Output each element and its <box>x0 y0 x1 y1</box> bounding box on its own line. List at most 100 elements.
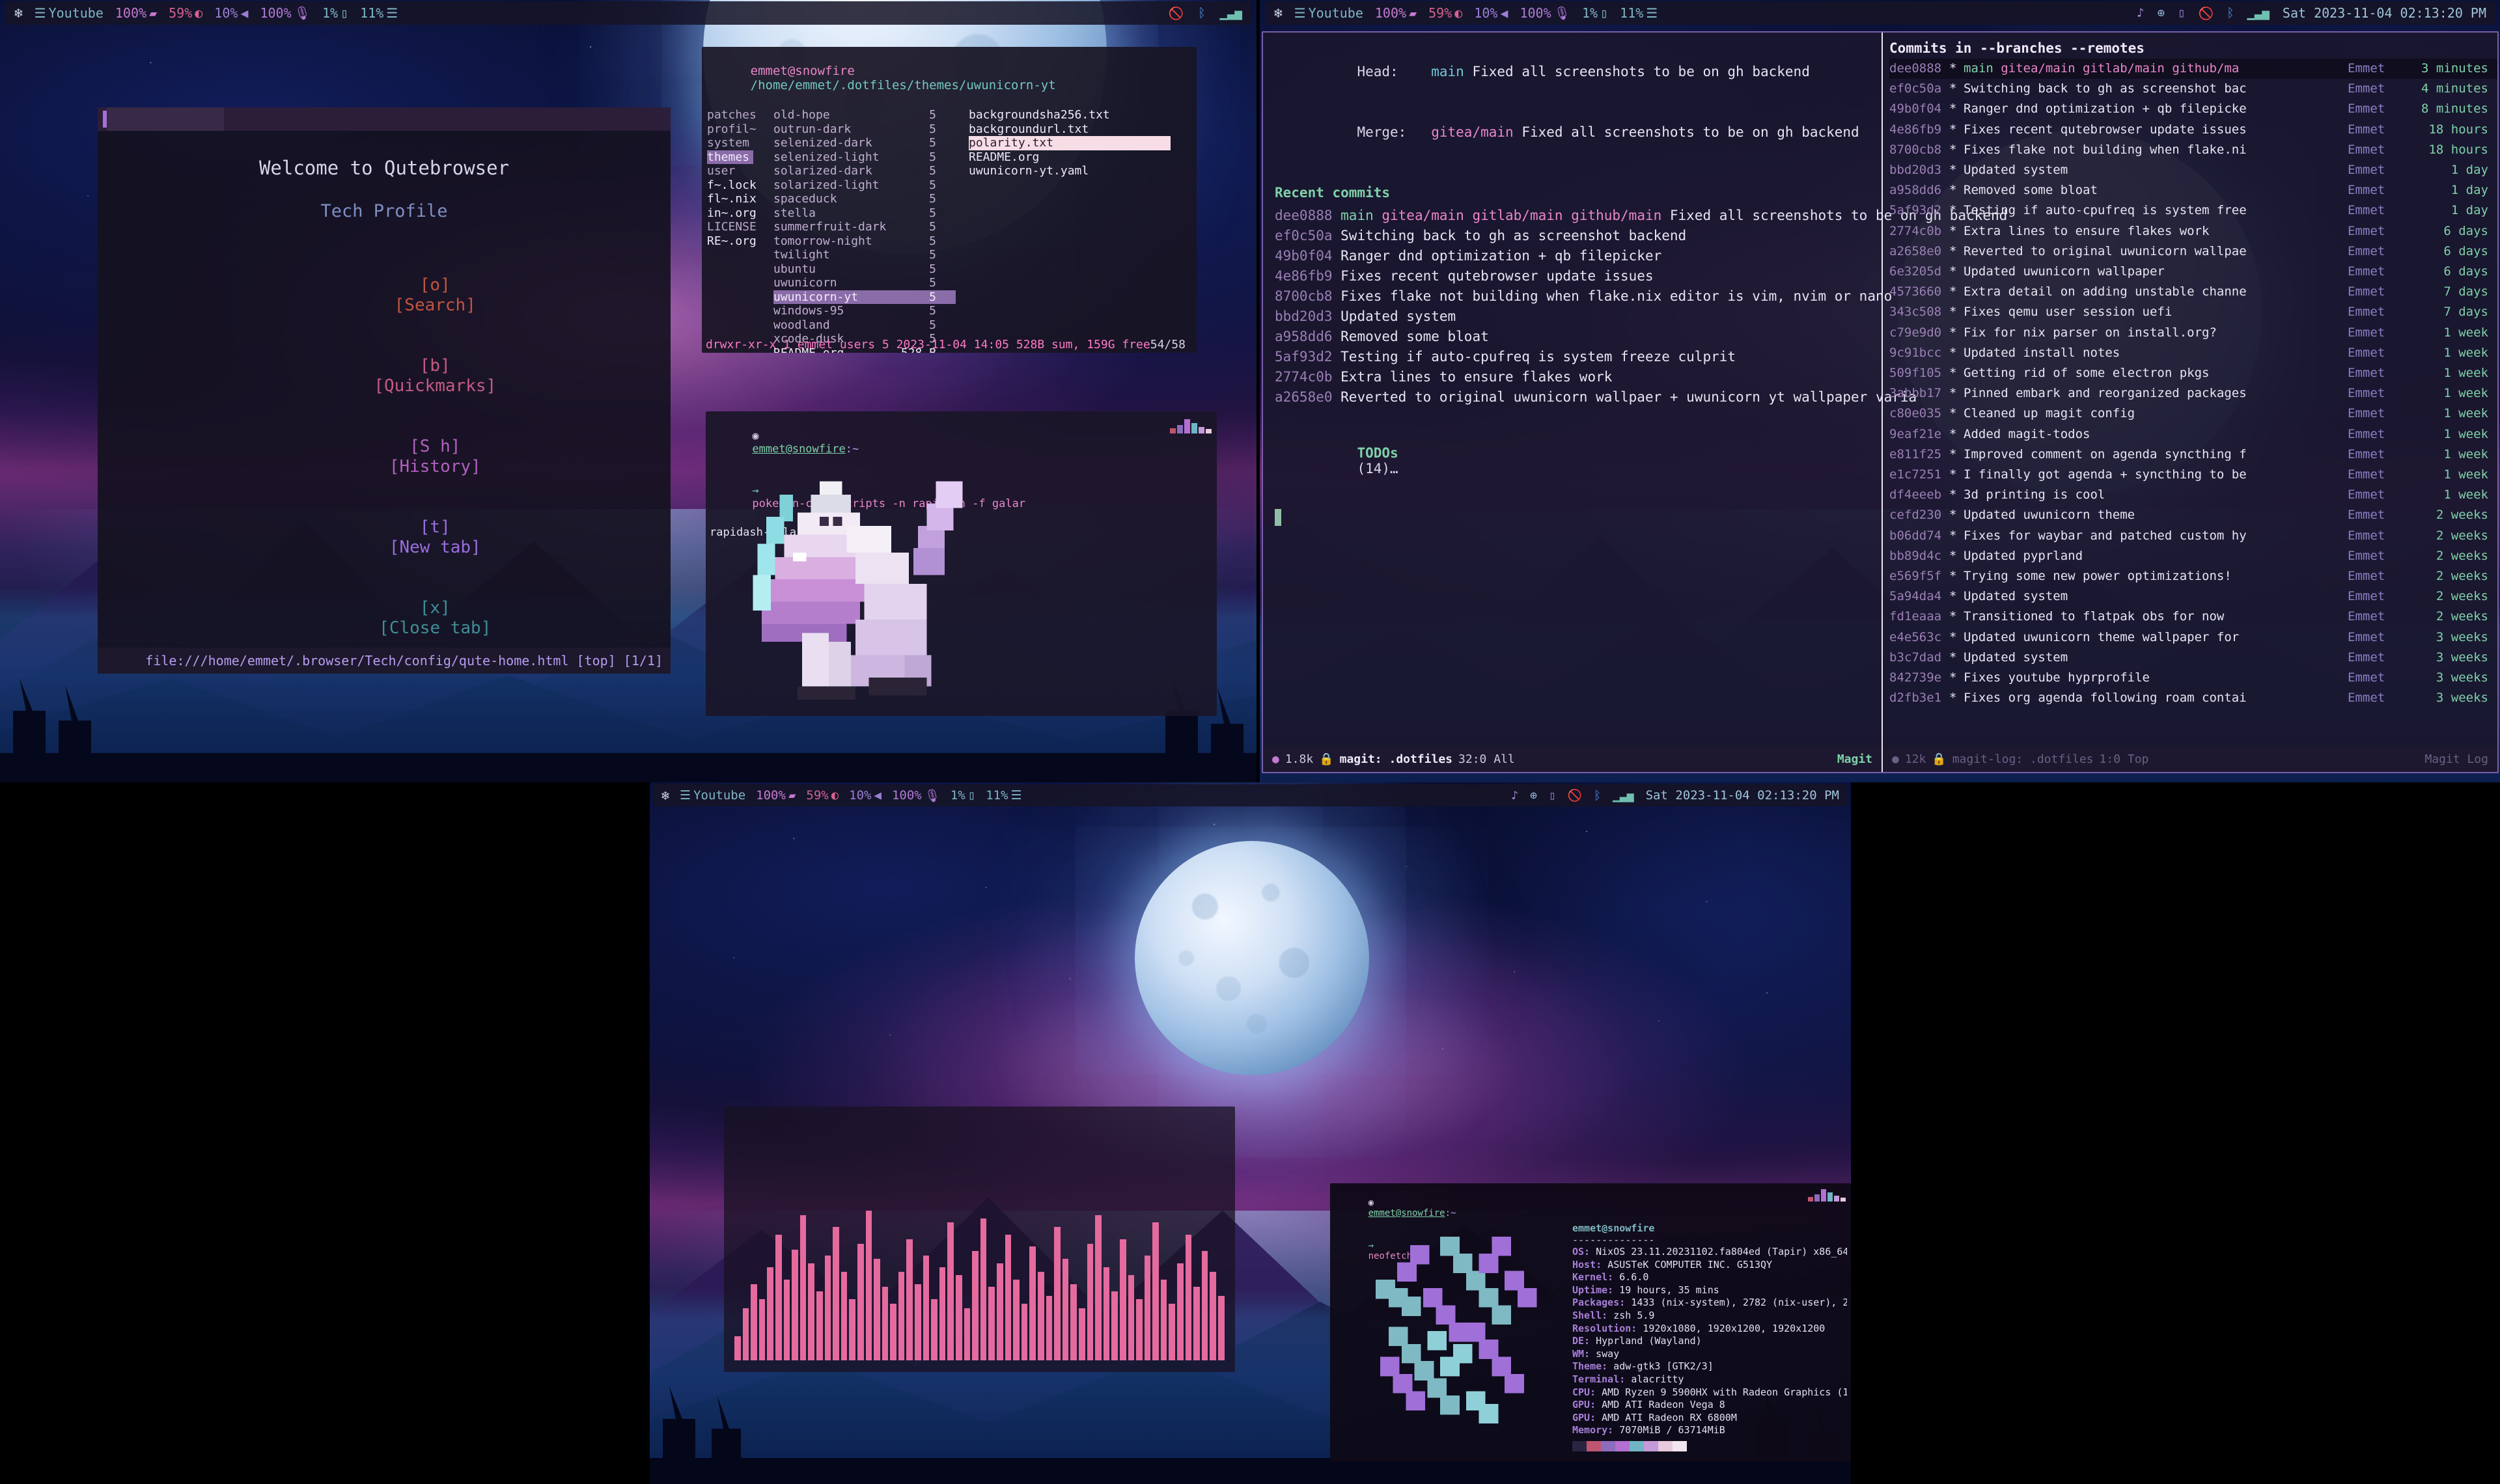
magit-log-row[interactable]: 3abbb17 * Pinned embark and reorganized pa… <box>1889 383 2497 404</box>
magit-log-row[interactable]: 8700cb8 * Fixes flake not building when fl… <box>1889 140 2497 160</box>
magit-log-row[interactable]: fd1eaaa * Transitioned to flatpak obs for … <box>1889 607 2497 627</box>
ranger-current-item[interactable]: summerfruit-dark 5 <box>773 220 956 234</box>
brightness-module[interactable]: 59% ◐ <box>169 5 202 21</box>
ranger-parent-item[interactable]: RE~.org <box>707 234 773 249</box>
magit-commit-row[interactable]: ef0c50a Switching back to gh as screensh… <box>1275 226 1875 246</box>
ranger-preview-item[interactable]: backgroundurl.txt <box>969 122 1171 137</box>
ranger-current-item[interactable]: selenized-light 5 <box>773 150 956 165</box>
magit-log-row[interactable]: 4e86fb9 * Fixes recent qutebrowser update … <box>1889 120 2497 140</box>
mobile-icon[interactable]: ▯ <box>2178 6 2185 20</box>
qutebrowser-tabbar[interactable] <box>98 107 671 131</box>
magit-head-branch[interactable]: main <box>1431 64 1464 79</box>
ranger-current-item[interactable]: spaceduck 5 <box>773 192 956 206</box>
ranger-parent-item[interactable]: f~.lock <box>707 178 773 193</box>
workspace-module-bottom[interactable]: ☰ Youtube <box>680 788 745 803</box>
signal-bars-icon[interactable]: ▁▃▅ <box>1220 6 1242 20</box>
ranger-parent-item[interactable]: patches <box>707 108 773 122</box>
magit-log-row[interactable]: 2774c0b * Extra lines to ensure flakes wor… <box>1889 221 2497 241</box>
snowflake-icon-bottom[interactable]: ❄ <box>661 788 669 803</box>
magit-status-window[interactable]: Head: main Fixed all screenshots to be o… <box>1263 33 2007 772</box>
ranger-current-item[interactable]: ubuntu 5 <box>773 262 956 277</box>
status-bar-left-monitor[interactable]: ❄ ☰ Youtube 100% ▰ 59% ◐ 10% ◀ 100% 🎙 1%… <box>5 1 1251 25</box>
mic-module[interactable]: 100% 🎙 <box>260 5 311 21</box>
ranger-parent-item[interactable]: LICENSE <box>707 220 773 234</box>
magit-commit-list[interactable]: dee0888 main gitea/main gitlab/main gith… <box>1275 206 2007 407</box>
magit-commit-row[interactable]: 49b0f04 Ranger dnd optimization + qb fil… <box>1275 246 1875 266</box>
magit-commit-row[interactable]: a2658e0 Reverted to original uwunicorn w… <box>1275 387 1917 407</box>
globe-icon-bottom[interactable]: ⊕ <box>1530 789 1537 803</box>
magit-log-row[interactable]: 4573660 * Extra detail on adding unstable … <box>1889 282 2497 302</box>
emacs-frame[interactable]: Head: main Fixed all screenshots to be o… <box>1262 31 2499 773</box>
cpu-module-bottom[interactable]: 1% ▯ <box>951 788 975 803</box>
magit-log-branch-ref[interactable]: github/ma <box>2172 61 2239 76</box>
magit-log-branch-ref[interactable]: gitlab/main <box>2083 61 2172 76</box>
clock-right[interactable]: Sat 2023-11-04 02:13:20 PM <box>2283 5 2486 21</box>
ranger-current-item[interactable]: tomorrow-night 5 <box>773 234 956 249</box>
ranger-preview-item[interactable]: README.org <box>969 150 1171 165</box>
qute-link-history[interactable]: [S h] [History] <box>272 417 496 497</box>
magit-log-row[interactable]: 842739e * Fixes youtube hyprprofile Emmet 3 … <box>1889 668 2497 688</box>
ranger-current-item[interactable]: stella 5 <box>773 206 956 221</box>
clock-bottom[interactable]: Sat 2023-11-04 02:13:20 PM <box>1646 788 1839 803</box>
magit-log-row[interactable]: b3c7dad * Updated system Emmet 3 weeks <box>1889 648 2497 668</box>
ranger-current-item[interactable]: uwunicorn-yt 5 <box>773 290 956 304</box>
magit-log-row[interactable]: df4eeeb * 3d printing is cool Emmet 1 week <box>1889 485 2497 505</box>
signal-bars-icon-right[interactable]: ▁▃▅ <box>2247 6 2270 20</box>
magit-log-row[interactable]: e569f5f * Trying some new power optimizati… <box>1889 566 2497 586</box>
magit-log-row[interactable]: a2658e0 * Reverted to original uwunicorn w… <box>1889 241 2497 262</box>
cpu-module[interactable]: 1% ▯ <box>322 5 348 21</box>
ranger-current-item[interactable]: solarized-light 5 <box>773 178 956 193</box>
magit-branch-ref[interactable]: main <box>1340 208 1382 223</box>
magit-log-row[interactable]: 5af93d2 * Testing if auto-cpufreq is syste… <box>1889 200 2497 221</box>
ram-module-bottom[interactable]: 11% ☰ <box>986 788 1021 803</box>
magit-commit-row[interactable]: 8700cb8 Fixes flake not building when fl… <box>1275 286 1892 307</box>
magit-log-row[interactable]: d2fb3e1 * Fixes org agenda following roam … <box>1889 688 2497 708</box>
workspace-module-right[interactable]: ☰ Youtube <box>1294 5 1363 21</box>
volume-module-right[interactable]: 10% ◀ <box>1474 5 1508 21</box>
ranger-current-item[interactable]: solarized-dark 5 <box>773 164 956 178</box>
cpu-module-right[interactable]: 1% ▯ <box>1582 5 1608 21</box>
no-network-icon[interactable]: 🚫 <box>1169 6 1184 21</box>
snowflake-icon[interactable]: ❄ <box>14 5 23 21</box>
magit-log-window[interactable]: Commits in --branches --remotes dee0888 *… <box>1883 33 2497 772</box>
magit-section-todos[interactable]: TODOs (14)… <box>1275 430 1875 492</box>
magit-branch-ref[interactable]: github/main <box>1571 208 1670 223</box>
magit-log-row[interactable]: c80e035 * Cleaned up magit config Emmet 1 we… <box>1889 404 2497 424</box>
magit-log-row[interactable]: 49b0f04 * Ranger dnd optimization + qb fil… <box>1889 99 2497 119</box>
magit-log-row[interactable]: 9eaf21e * Added magit-todos Emmet 1 week <box>1889 424 2497 445</box>
ranger-col-preview[interactable]: backgroundsha256.txt backgroundurl.txt pol… <box>956 108 1171 353</box>
magit-commit-row[interactable]: a958dd6 Removed some bloat <box>1275 327 1875 347</box>
cava-window[interactable] <box>724 1106 1235 1372</box>
magit-commit-row[interactable]: bbd20d3 Updated system <box>1275 307 1875 327</box>
magit-log-rows[interactable]: dee0888 * main gitea/main gitlab/main gith… <box>1883 59 2497 709</box>
ranger-col-parent[interactable]: patches profil~ system themes user f~.lock fl~… <box>702 108 773 353</box>
magit-log-branch-ref[interactable]: main <box>1964 61 2001 76</box>
ranger-parent-item[interactable]: fl~.nix <box>707 192 773 206</box>
ranger-parent-item[interactable]: profil~ <box>707 122 773 137</box>
magit-log-row[interactable]: e4e563c * Updated uwunicorn theme wallpape… <box>1889 627 2497 648</box>
ranger-current-item[interactable]: twilight 5 <box>773 248 956 262</box>
magit-log-row[interactable]: cefd230 * Updated uwunicorn theme Emmet 2 we… <box>1889 505 2497 525</box>
ranger-parent-item[interactable]: in~.org <box>707 206 773 221</box>
bluetooth-icon-bottom[interactable]: ᛒ <box>1594 789 1601 803</box>
magit-log-row[interactable]: 6e3205d * Updated uwunicorn wallpaper Emmet… <box>1889 262 2497 282</box>
magit-log-row[interactable]: a958dd6 * Removed some bloat Emmet 1 day <box>1889 180 2497 200</box>
magit-branch-ref[interactable]: gitea/main <box>1382 208 1472 223</box>
magit-log-row[interactable]: c79e9d0 * Fix for nix parser on install.or… <box>1889 323 2497 343</box>
globe-icon[interactable]: ⊕ <box>2158 6 2165 20</box>
pokemon-terminal-window[interactable]: ◉ emmet@snowfire:~ → pokemon-colorscript… <box>706 411 1217 716</box>
mic-module-bottom[interactable]: 100% 🎙 <box>892 788 940 803</box>
battery-module-bottom[interactable]: 100% ▰ <box>756 788 796 803</box>
qutebrowser-window[interactable]: Welcome to Qutebrowser Tech Profile [o] … <box>98 107 671 674</box>
ranger-window[interactable]: emmet@snowfire /home/emmet/.dotfiles/the… <box>702 47 1197 353</box>
magit-commit-row[interactable]: dee0888 main gitea/main gitlab/main gith… <box>1275 206 2007 226</box>
brightness-module-right[interactable]: 59% ◐ <box>1428 5 1462 21</box>
brightness-module-bottom[interactable]: 59% ◐ <box>806 788 839 803</box>
ranger-current-item[interactable]: selenized-dark 5 <box>773 136 956 150</box>
qute-link-search[interactable]: [o] [Search] <box>272 255 496 336</box>
volume-module[interactable]: 10% ◀ <box>214 5 248 21</box>
qute-link-quickmarks[interactable]: [b] [Quickmarks] <box>272 336 496 417</box>
ranger-current-item[interactable]: old-hope 5 <box>773 108 956 122</box>
magit-log-row[interactable]: b06dd74 * Fixes for waybar and patched cus… <box>1889 526 2497 546</box>
music-note-icon-bottom[interactable]: ♪ <box>1511 789 1518 803</box>
